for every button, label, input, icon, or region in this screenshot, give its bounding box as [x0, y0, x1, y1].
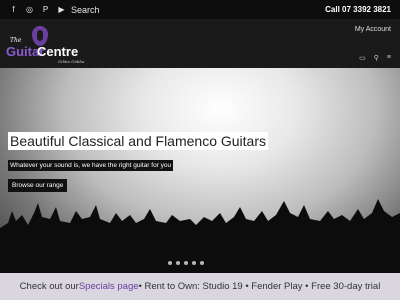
slider-dot[interactable]: [192, 261, 196, 265]
slider-dots: [168, 261, 204, 265]
slider-dot[interactable]: [200, 261, 204, 265]
search-link[interactable]: Search: [71, 5, 100, 15]
menu-icon[interactable]: ≡: [387, 54, 391, 62]
banner-prefix: Check out our: [19, 281, 79, 292]
banner-rest: • Rent to Own: Studio 19 • Fender Play •…: [138, 281, 381, 292]
slider-dot[interactable]: [168, 261, 172, 265]
browse-range-button[interactable]: Browse our range: [8, 179, 68, 192]
hero-subtitle: Whatever your sound is, we have the righ…: [8, 160, 174, 171]
hero-title: Beautiful Classical and Flamenco Guitars: [8, 132, 269, 150]
my-account-link[interactable]: My Account: [355, 26, 391, 33]
top-bar: f ◎ P ▶ Search Call 07 3392 3821: [0, 0, 400, 19]
instagram-icon[interactable]: ◎: [25, 5, 34, 14]
specials-link[interactable]: Specials page: [79, 281, 139, 292]
hero-slider: Beautiful Classical and Flamenco Guitars…: [0, 68, 400, 273]
site-header: The Guitar Centre Gibba Gabba My Account…: [0, 19, 400, 68]
logo-the: The: [10, 37, 22, 44]
slider-dot[interactable]: [184, 261, 188, 265]
social-links: f ◎ P ▶: [9, 5, 66, 14]
youtube-icon[interactable]: ▶: [57, 5, 66, 14]
slider-dot[interactable]: [176, 261, 180, 265]
header-icons: ▭ ⚲ ≡: [359, 54, 391, 62]
search-icon[interactable]: ⚲: [374, 54, 379, 62]
facebook-icon[interactable]: f: [9, 5, 18, 14]
pinterest-icon[interactable]: P: [41, 5, 50, 14]
cart-icon[interactable]: ▭: [359, 54, 366, 62]
promo-banner: Check out our Specials page • Rent to Ow…: [0, 273, 400, 300]
phone-number[interactable]: Call 07 3392 3821: [325, 5, 391, 14]
guitar-pick-icon: [32, 26, 48, 46]
logo-word-centre: Centre: [37, 44, 79, 59]
site-logo[interactable]: The Guitar Centre Gibba Gabba: [6, 23, 86, 65]
logo-tagline: Gibba Gabba: [58, 59, 85, 64]
